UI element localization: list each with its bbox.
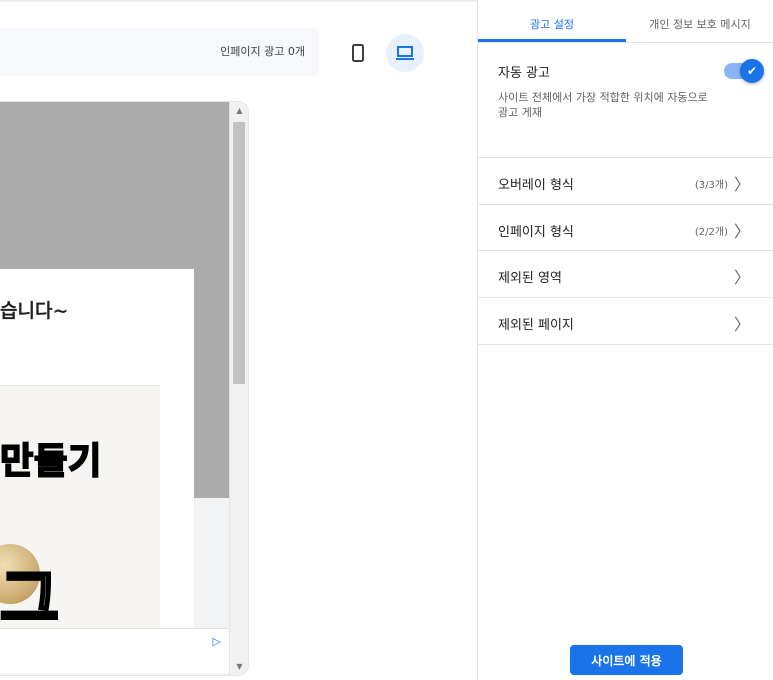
row-label: 제외된 페이지: [498, 318, 574, 333]
adchoices-icon[interactable]: ▷: [213, 635, 221, 648]
preview-scrollbar[interactable]: ▲ ▼: [229, 102, 248, 675]
auto-ads-toggle[interactable]: ✔: [724, 59, 764, 83]
scrollbar-thumb[interactable]: [233, 122, 245, 384]
settings-panel: 광고 설정 개인 정보 보호 메시지 자동 광고 사이트 전체에서 가장 적합한…: [477, 0, 773, 680]
desktop-view-button[interactable]: [386, 34, 424, 72]
check-icon: ✔: [740, 59, 764, 83]
laptop-icon: [396, 46, 414, 60]
row-excluded-pages[interactable]: 제외된 페이지 〉: [478, 297, 773, 345]
row-label: 오버레이 형식: [498, 178, 574, 193]
preview-toolbar: 인페이지 광고 0개: [0, 28, 319, 76]
preview-headline: 습니다~: [0, 300, 69, 322]
preview-content-card: 습니다~ 만들기 그: [0, 269, 194, 650]
phone-icon: [352, 44, 364, 62]
active-tab-indicator: [478, 39, 626, 42]
row-excluded-areas[interactable]: 제외된 영역 〉: [478, 250, 773, 297]
settings-tabs: 광고 설정 개인 정보 보호 메시지: [478, 0, 773, 43]
tab-ad-settings[interactable]: 광고 설정: [478, 16, 626, 32]
scroll-down-icon[interactable]: ▼: [230, 662, 248, 671]
preview-thumbnail: 만들기 그: [0, 385, 160, 650]
chevron-right-icon: 〉: [733, 315, 750, 334]
auto-ads-title: 자동 광고: [498, 66, 550, 81]
row-label: 인페이지 형식: [498, 225, 574, 240]
thumbnail-big-text: 그: [0, 562, 60, 639]
mobile-view-button[interactable]: [340, 35, 376, 71]
thumbnail-title: 만들기: [0, 440, 103, 483]
anchor-ad-bar[interactable]: ▷: [0, 628, 229, 673]
row-count: (2/2개): [694, 227, 728, 238]
apply-to-site-button[interactable]: 사이트에 적용: [570, 645, 683, 675]
row-overlay-formats[interactable]: 오버레이 형식 (3/3개) 〉: [478, 157, 773, 204]
chevron-right-icon: 〉: [733, 175, 750, 194]
chevron-right-icon: 〉: [733, 268, 750, 287]
row-label: 제외된 영역: [498, 271, 562, 286]
inpage-ad-count: 인페이지 광고 0개: [220, 45, 305, 58]
scroll-up-icon[interactable]: ▲: [230, 106, 248, 115]
row-count: (3/3개): [694, 180, 728, 191]
auto-ads-description: 사이트 전체에서 가장 적합한 위치에 자동으로 광고 게재: [498, 91, 708, 119]
auto-ads-section: 자동 광고 사이트 전체에서 가장 적합한 위치에 자동으로 광고 게재: [498, 62, 708, 120]
chevron-right-icon: 〉: [733, 222, 750, 241]
row-inpage-formats[interactable]: 인페이지 형식 (2/2개) 〉: [478, 204, 773, 251]
site-preview-frame[interactable]: 습니다~ 만들기 그 ▷ ▲ ▼: [0, 102, 248, 675]
tab-privacy-messages[interactable]: 개인 정보 보호 메시지: [626, 16, 773, 32]
